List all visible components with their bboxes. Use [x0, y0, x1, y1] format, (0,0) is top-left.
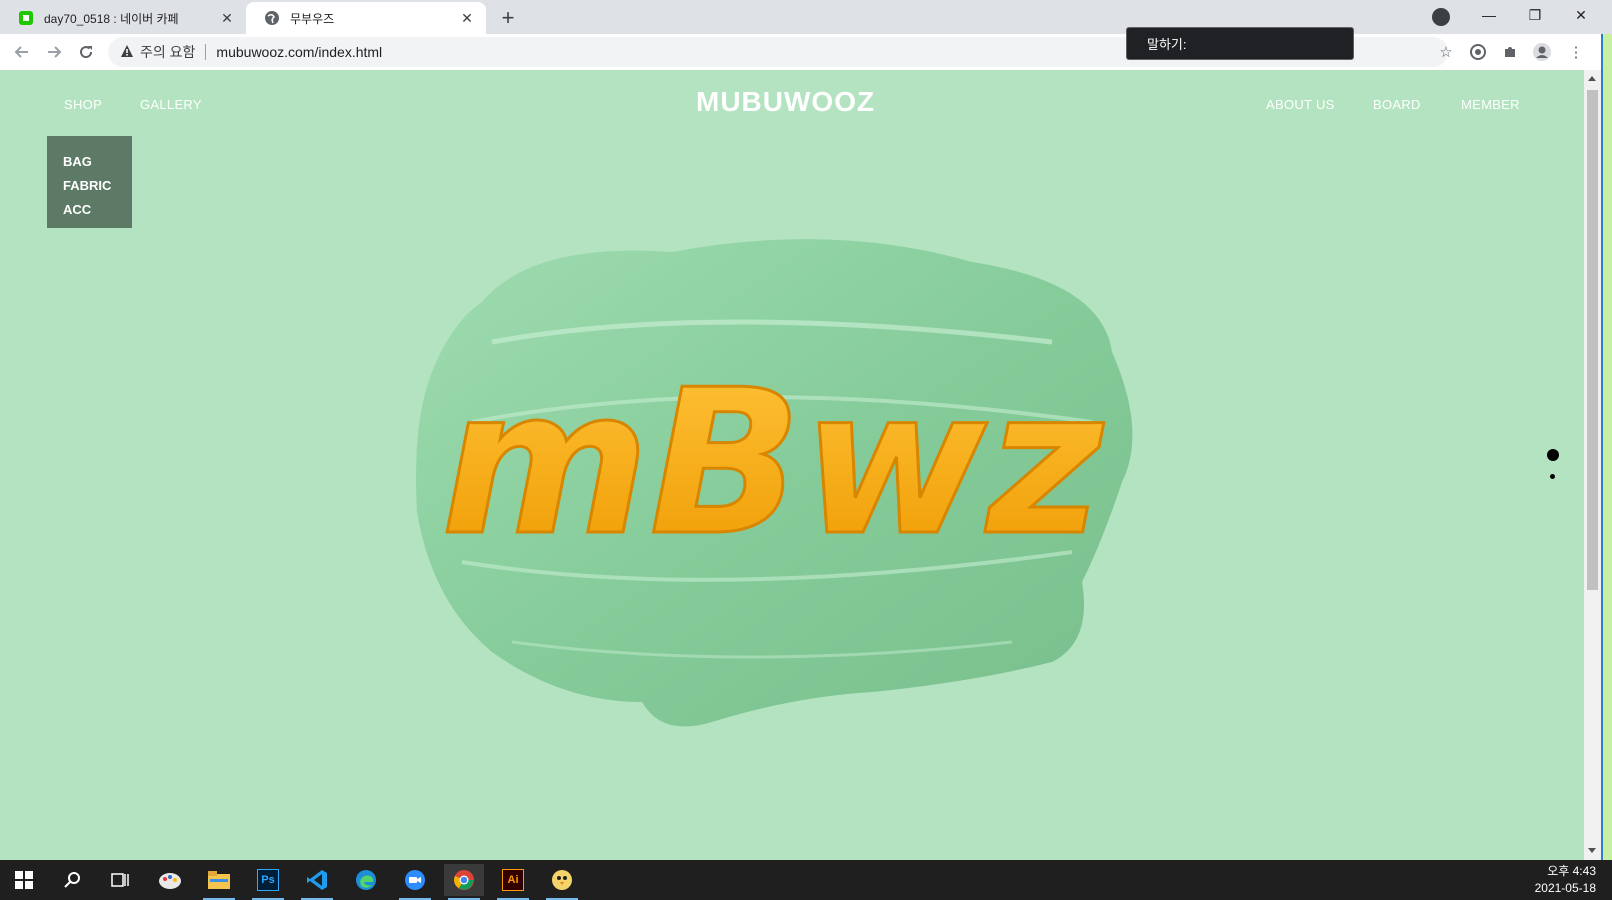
- minimize-icon[interactable]: —: [1466, 0, 1512, 30]
- system-clock[interactable]: 오후 4:43 2021-05-18: [1535, 863, 1596, 897]
- tab-naver-cafe[interactable]: day70_0518 : 네이버 카페 ✕: [0, 2, 246, 34]
- slide-dot[interactable]: [1550, 474, 1555, 479]
- screen: day70_0518 : 네이버 카페 ✕ 무부우즈 ✕ + — ❐ ✕ 주의 …: [0, 0, 1612, 900]
- task-view-icon[interactable]: [100, 864, 140, 896]
- nav-shop[interactable]: SHOP: [64, 97, 102, 112]
- close-icon[interactable]: ✕: [458, 9, 476, 27]
- forward-icon[interactable]: [42, 40, 66, 64]
- scroll-down-icon[interactable]: [1588, 848, 1596, 853]
- scroll-thumb[interactable]: [1587, 90, 1598, 590]
- vscode-icon[interactable]: [297, 864, 337, 900]
- scroll-up-icon[interactable]: [1588, 76, 1596, 81]
- dropdown-item-acc[interactable]: ACC: [63, 198, 132, 222]
- clock-date: 2021-05-18: [1534, 881, 1596, 895]
- dropdown-item-bag[interactable]: BAG: [63, 150, 132, 174]
- edge-icon[interactable]: [346, 864, 386, 896]
- paint-icon[interactable]: [150, 864, 190, 896]
- clock-time: 오후 4:43: [1547, 864, 1596, 878]
- illustrator-icon[interactable]: Ai: [493, 864, 533, 900]
- search-icon[interactable]: [52, 864, 92, 896]
- tab-search-icon[interactable]: [1432, 8, 1450, 26]
- shop-dropdown: BAG FABRIC ACC: [47, 136, 132, 228]
- globe-icon: [264, 10, 280, 26]
- illustrator-label: Ai: [502, 869, 524, 891]
- site-logo[interactable]: MUBUWOOZ: [696, 86, 875, 118]
- tab-mubuwooz[interactable]: 무부우즈 ✕: [246, 2, 486, 34]
- security-label[interactable]: 주의 요함: [140, 42, 195, 62]
- tab-title: 무부우즈: [290, 11, 335, 26]
- nav-member[interactable]: MEMBER: [1461, 97, 1520, 112]
- zoom-icon[interactable]: [395, 864, 435, 900]
- file-explorer-icon[interactable]: [199, 864, 239, 900]
- back-icon[interactable]: [10, 40, 34, 64]
- chrome-icon[interactable]: [444, 864, 484, 900]
- bird-app-icon[interactable]: [542, 864, 582, 900]
- bookmark-star-icon[interactable]: ☆: [1436, 42, 1456, 62]
- more-menu-icon[interactable]: ⋮: [1566, 42, 1586, 62]
- windows-start-icon[interactable]: [4, 864, 44, 896]
- hero-letters: mBwz: [441, 347, 1105, 580]
- extension-globe-icon[interactable]: [1468, 42, 1488, 62]
- nav-about-us[interactable]: ABOUT US: [1266, 97, 1335, 112]
- browser-toolbar: 주의 요함 mubuwooz.com/index.html ☆ ⋮: [0, 34, 1612, 70]
- tab-title: day70_0518 : 네이버 카페: [44, 11, 179, 26]
- reload-icon[interactable]: [74, 40, 98, 64]
- profile-avatar-icon[interactable]: [1532, 42, 1552, 62]
- hero-image: mBwz: [416, 239, 1133, 727]
- tab-strip: day70_0518 : 네이버 카페 ✕ 무부우즈 ✕ + — ❐ ✕: [0, 0, 1612, 34]
- taskbar: Ps Ai 오후 4:43 2021-05-18: [0, 860, 1612, 900]
- new-tab-button[interactable]: +: [496, 5, 520, 30]
- adjacent-window-edge: [1601, 34, 1612, 860]
- close-icon[interactable]: ✕: [218, 9, 236, 27]
- naver-cafe-icon: [18, 10, 34, 26]
- page-content: SHOP GALLERY ABOUT US BOARD MEMBER MUBUW…: [0, 70, 1584, 860]
- speech-tooltip: 말하기:: [1126, 27, 1354, 60]
- nav-gallery[interactable]: GALLERY: [140, 97, 202, 112]
- url-text[interactable]: mubuwooz.com/index.html: [216, 44, 382, 60]
- window-close-icon[interactable]: ✕: [1558, 0, 1604, 30]
- photoshop-icon[interactable]: Ps: [248, 864, 288, 900]
- divider: [205, 44, 207, 60]
- warning-icon[interactable]: [120, 44, 134, 61]
- dropdown-item-fabric[interactable]: FABRIC: [63, 174, 132, 198]
- scrollbar[interactable]: [1584, 70, 1601, 860]
- restore-icon[interactable]: ❐: [1512, 0, 1558, 30]
- photoshop-label: Ps: [257, 869, 279, 891]
- extensions-puzzle-icon[interactable]: [1500, 42, 1520, 62]
- nav-board[interactable]: BOARD: [1373, 97, 1421, 112]
- slide-dot-active[interactable]: [1547, 449, 1559, 461]
